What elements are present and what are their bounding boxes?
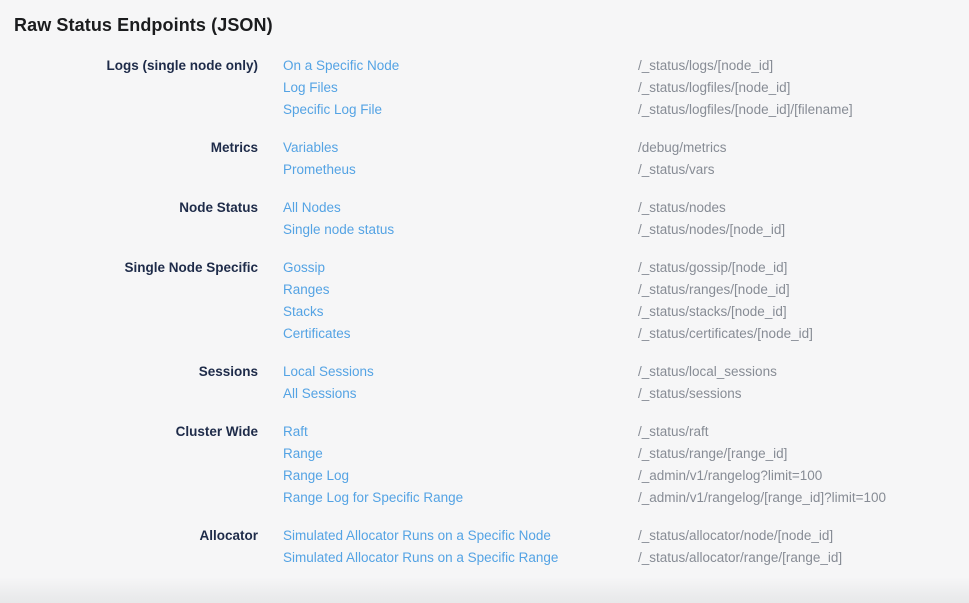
endpoint-link[interactable]: Range Log bbox=[283, 465, 613, 487]
endpoint-path: /_status/logfiles/[node_id]/[filename] bbox=[638, 99, 969, 121]
endpoint-group: Single Node Specific GossipRangesStacksC… bbox=[14, 257, 969, 345]
endpoint-link[interactable]: Gossip bbox=[283, 257, 613, 279]
endpoint-link[interactable]: On a Specific Node bbox=[283, 55, 613, 77]
category-label: Metrics bbox=[14, 137, 258, 181]
endpoint-path: /_status/allocator/range/[range_id] bbox=[638, 547, 969, 569]
endpoint-path: /_status/sessions bbox=[638, 383, 969, 405]
category-label: Single Node Specific bbox=[14, 257, 258, 345]
endpoint-path: /_status/allocator/node/[node_id] bbox=[638, 525, 969, 547]
paths-column: /_status/raft/_status/range/[range_id]/_… bbox=[638, 421, 969, 509]
endpoint-link[interactable]: Simulated Allocator Runs on a Specific R… bbox=[283, 547, 613, 569]
paths-column: /debug/metrics/_status/vars bbox=[638, 137, 969, 181]
endpoint-link[interactable]: Specific Log File bbox=[283, 99, 613, 121]
endpoint-link[interactable]: Stacks bbox=[283, 301, 613, 323]
category-label: Allocator bbox=[14, 525, 258, 569]
paths-column: /_status/gossip/[node_id]/_status/ranges… bbox=[638, 257, 969, 345]
links-column: VariablesPrometheus bbox=[283, 137, 613, 181]
endpoint-link[interactable]: All Sessions bbox=[283, 383, 613, 405]
category-label: Node Status bbox=[14, 197, 258, 241]
endpoint-group: Cluster Wide RaftRangeRange LogRange Log… bbox=[14, 421, 969, 509]
endpoint-path: /_status/logs/[node_id] bbox=[638, 55, 969, 77]
endpoint-link[interactable]: Variables bbox=[283, 137, 613, 159]
endpoint-path: /_status/nodes bbox=[638, 197, 969, 219]
endpoint-link[interactable]: Ranges bbox=[283, 279, 613, 301]
endpoint-group: Sessions Local SessionsAll Sessions /_st… bbox=[14, 361, 969, 405]
endpoint-path: /_status/logfiles/[node_id] bbox=[638, 77, 969, 99]
endpoint-group: Node Status All NodesSingle node status … bbox=[14, 197, 969, 241]
endpoint-path: /_status/stacks/[node_id] bbox=[638, 301, 969, 323]
paths-column: /_status/logs/[node_id]/_status/logfiles… bbox=[638, 55, 969, 121]
category-label: Logs (single node only) bbox=[14, 55, 258, 121]
endpoint-link[interactable]: Prometheus bbox=[283, 159, 613, 181]
endpoint-path: /_admin/v1/rangelog?limit=100 bbox=[638, 465, 969, 487]
endpoint-path: /debug/metrics bbox=[638, 137, 969, 159]
endpoint-path: /_admin/v1/rangelog/[range_id]?limit=100 bbox=[638, 487, 969, 509]
links-column: All NodesSingle node status bbox=[283, 197, 613, 241]
endpoint-link[interactable]: Simulated Allocator Runs on a Specific N… bbox=[283, 525, 613, 547]
endpoint-path: /_status/vars bbox=[638, 159, 969, 181]
links-column: Simulated Allocator Runs on a Specific N… bbox=[283, 525, 613, 569]
endpoint-path: /_status/local_sessions bbox=[638, 361, 969, 383]
bottom-shade bbox=[0, 577, 969, 603]
category-label: Sessions bbox=[14, 361, 258, 405]
endpoint-table: Logs (single node only) On a Specific No… bbox=[14, 55, 969, 569]
category-label: Cluster Wide bbox=[14, 421, 258, 509]
endpoint-link[interactable]: Range bbox=[283, 443, 613, 465]
endpoint-path: /_status/range/[range_id] bbox=[638, 443, 969, 465]
endpoint-path: /_status/nodes/[node_id] bbox=[638, 219, 969, 241]
endpoint-link[interactable]: Range Log for Specific Range bbox=[283, 487, 613, 509]
links-column: On a Specific NodeLog FilesSpecific Log … bbox=[283, 55, 613, 121]
paths-column: /_status/local_sessions/_status/sessions bbox=[638, 361, 969, 405]
page-title: Raw Status Endpoints (JSON) bbox=[14, 13, 969, 37]
endpoint-link[interactable]: Certificates bbox=[283, 323, 613, 345]
debug-page: Raw Status Endpoints (JSON) Logs (single… bbox=[0, 0, 969, 569]
endpoint-group: Logs (single node only) On a Specific No… bbox=[14, 55, 969, 121]
paths-column: /_status/allocator/node/[node_id]/_statu… bbox=[638, 525, 969, 569]
endpoint-path: /_status/raft bbox=[638, 421, 969, 443]
endpoint-path: /_status/ranges/[node_id] bbox=[638, 279, 969, 301]
endpoint-link[interactable]: Local Sessions bbox=[283, 361, 613, 383]
endpoint-link[interactable]: Raft bbox=[283, 421, 613, 443]
endpoint-link[interactable]: Single node status bbox=[283, 219, 613, 241]
endpoint-link[interactable]: All Nodes bbox=[283, 197, 613, 219]
endpoint-group: Metrics VariablesPrometheus /debug/metri… bbox=[14, 137, 969, 181]
paths-column: /_status/nodes/_status/nodes/[node_id] bbox=[638, 197, 969, 241]
links-column: Local SessionsAll Sessions bbox=[283, 361, 613, 405]
links-column: GossipRangesStacksCertificates bbox=[283, 257, 613, 345]
endpoint-path: /_status/certificates/[node_id] bbox=[638, 323, 969, 345]
endpoint-path: /_status/gossip/[node_id] bbox=[638, 257, 969, 279]
endpoint-link[interactable]: Log Files bbox=[283, 77, 613, 99]
endpoint-group: Allocator Simulated Allocator Runs on a … bbox=[14, 525, 969, 569]
links-column: RaftRangeRange LogRange Log for Specific… bbox=[283, 421, 613, 509]
